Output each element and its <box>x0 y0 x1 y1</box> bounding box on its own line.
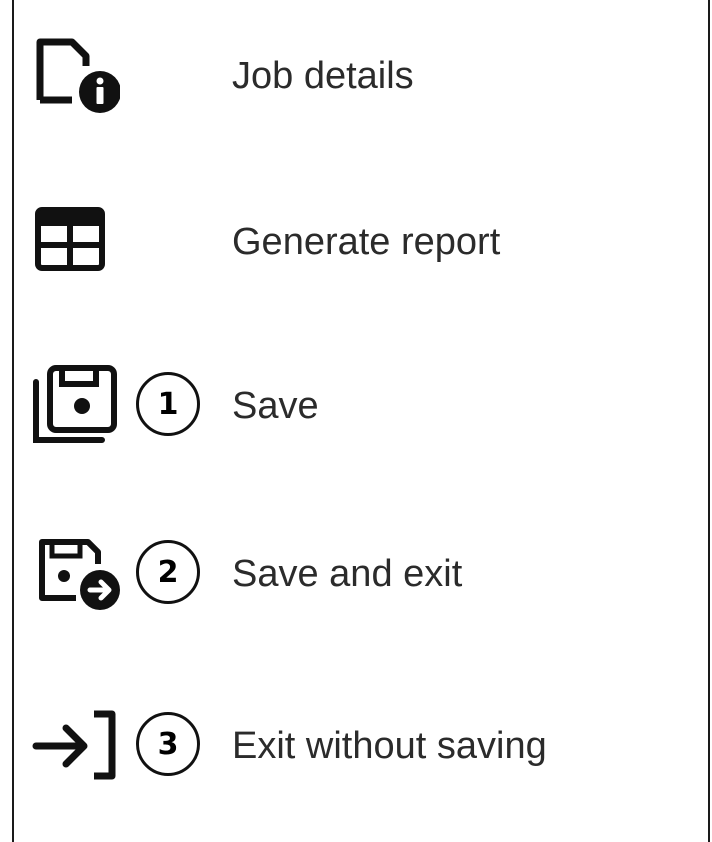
save-copy-icon <box>28 362 120 448</box>
menu-item-save-and-exit[interactable]: 2 Save and exit <box>14 508 708 638</box>
menu-item-save[interactable]: 1 Save <box>14 340 708 470</box>
menu-item-label: Save <box>232 385 319 427</box>
menu-item-job-details[interactable]: Job details <box>14 8 708 138</box>
menu-panel: Job details Generate report 1 Save 2 Sav… <box>12 0 710 842</box>
menu-item-label: Save and exit <box>232 553 463 595</box>
save-exit-icon <box>28 530 120 616</box>
callout-badge: 3 <box>136 712 200 776</box>
callout-badge: 2 <box>136 540 200 604</box>
callout-badge: 1 <box>136 372 200 436</box>
table-icon <box>28 198 120 284</box>
menu-item-label: Exit without saving <box>232 725 547 767</box>
menu-item-label: Job details <box>232 55 414 97</box>
menu-item-exit-without-saving[interactable]: 3 Exit without saving <box>14 680 708 810</box>
file-info-icon <box>28 30 120 116</box>
exit-icon <box>28 702 120 788</box>
menu-item-generate-report[interactable]: Generate report <box>14 176 708 306</box>
menu-item-label: Generate report <box>232 221 501 263</box>
